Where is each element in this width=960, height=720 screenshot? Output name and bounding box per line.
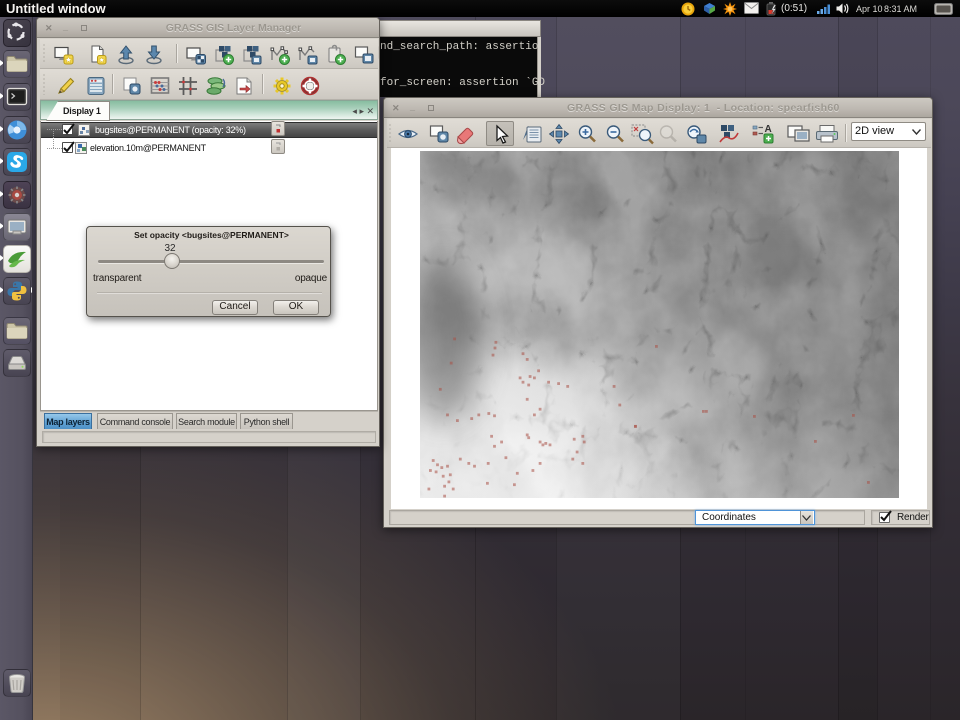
- svg-text:A: A: [765, 124, 772, 135]
